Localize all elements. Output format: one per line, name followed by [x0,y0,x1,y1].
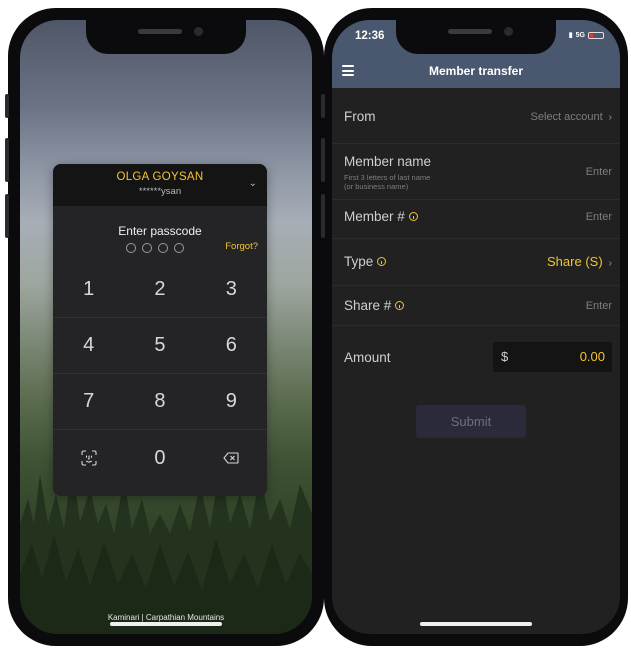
status-indicators: ▮ 5G [569,31,604,39]
masked-username: ******ysan [138,186,182,197]
home-indicator[interactable] [420,622,532,626]
delete-button[interactable] [196,430,267,486]
type-label-wrap: Type [344,254,387,269]
member-name-input[interactable]: Enter [586,166,612,178]
type-label: Type [344,254,374,269]
passcode-dot [158,243,168,253]
share-number-row[interactable]: Share # Enter [332,286,620,326]
member-number-label: Member # [344,209,405,224]
from-account-value[interactable]: Select account › [531,111,613,123]
chevron-down-icon[interactable]: ⌄ [249,178,257,189]
amount-value: 0.00 [579,349,605,364]
key-2[interactable]: 2 [124,262,196,318]
key-4[interactable]: 4 [53,318,125,374]
speaker-grille [138,29,182,34]
member-name-hint-1: First 3 letters of last name [344,173,431,182]
passcode-dot [174,243,184,253]
account-selector[interactable]: OLGA GOYSAN ******ysan ⌄ [53,164,267,206]
share-number-label-wrap: Share # [344,298,405,313]
chevron-right-icon: › [608,258,612,269]
key-9[interactable]: 9 [195,374,267,430]
backspace-icon [223,452,239,464]
key-5[interactable]: 5 [124,318,196,374]
member-number-row[interactable]: Member # Enter [332,200,620,239]
passcode-prompt: Enter passcode [118,224,202,238]
key-8[interactable]: 8 [124,374,196,430]
type-value-text: Share (S) [547,254,603,269]
speaker-grille [448,29,492,34]
volume-down-button [321,194,325,238]
key-7[interactable]: 7 [53,374,125,430]
battery-icon [588,31,604,39]
mute-switch [321,94,325,118]
notch [86,20,246,54]
passcode-dot [126,243,136,253]
mute-switch [5,94,9,118]
lock-screen: OLGA GOYSAN ******ysan ⌄ Enter passcode … [20,20,312,634]
share-number-input[interactable]: Enter [586,300,612,312]
chevron-right-icon: › [608,112,612,123]
signal-icon: ▮ [568,32,573,39]
status-time: 12:36 [355,30,385,42]
member-name-label: Member name [344,154,432,169]
face-id-icon [81,450,97,466]
transfer-form: From Select account › Member name First 3… [332,88,620,384]
passcode-card: OLGA GOYSAN ******ysan ⌄ Enter passcode … [53,164,267,496]
volume-down-button [5,194,9,238]
volume-up-button [321,138,325,182]
type-row[interactable]: Type Share (S) › [332,239,620,286]
currency-symbol: $ [501,349,509,364]
amount-label: Amount [344,350,391,365]
photo-credit: Kaminari | Carpathian Mountains [107,613,225,622]
amount-input[interactable]: $ 0.00 [493,342,612,372]
forgot-link[interactable]: Forgot? [225,241,258,252]
from-account-text: Select account [530,111,603,123]
share-number-label: Share # [344,298,392,313]
notch [396,20,556,54]
number-keypad: 1 2 3 4 5 6 7 8 9 0 [53,262,267,486]
transfer-screen: 12:36 ▮ 5G Member transfer From Select a… [332,20,620,634]
user-name: OLGA GOYSAN [116,171,204,183]
face-id-button[interactable] [53,430,124,486]
network-type: 5G [575,31,585,39]
member-name-row[interactable]: Member name First 3 letters of last name… [332,144,620,200]
from-account-row[interactable]: From Select account › [332,88,620,144]
from-label: From [344,109,376,124]
app-header: Member transfer [332,62,620,88]
member-number-input[interactable]: Enter [586,211,612,223]
key-6[interactable]: 6 [195,318,267,374]
page-title: Member transfer [428,64,524,78]
info-icon[interactable] [377,256,387,266]
type-value[interactable]: Share (S) › [547,254,612,269]
member-name-hint-2: (or business name) [344,182,409,191]
key-1[interactable]: 1 [53,262,125,318]
key-0[interactable]: 0 [124,430,195,486]
home-indicator[interactable] [110,622,222,626]
front-camera [504,27,513,36]
phone-lock-screen: OLGA GOYSAN ******ysan ⌄ Enter passcode … [5,8,324,646]
passcode-dot [142,243,152,253]
volume-up-button [5,138,9,182]
key-3[interactable]: 3 [195,262,267,318]
submit-button[interactable]: Submit [416,405,526,438]
phone-transfer-screen: 12:36 ▮ 5G Member transfer From Select a… [321,8,628,646]
member-number-label-wrap: Member # [344,209,418,224]
info-icon[interactable] [395,300,405,310]
info-icon[interactable] [408,211,418,221]
amount-row: Amount $ 0.00 [332,334,620,384]
front-camera [194,27,203,36]
